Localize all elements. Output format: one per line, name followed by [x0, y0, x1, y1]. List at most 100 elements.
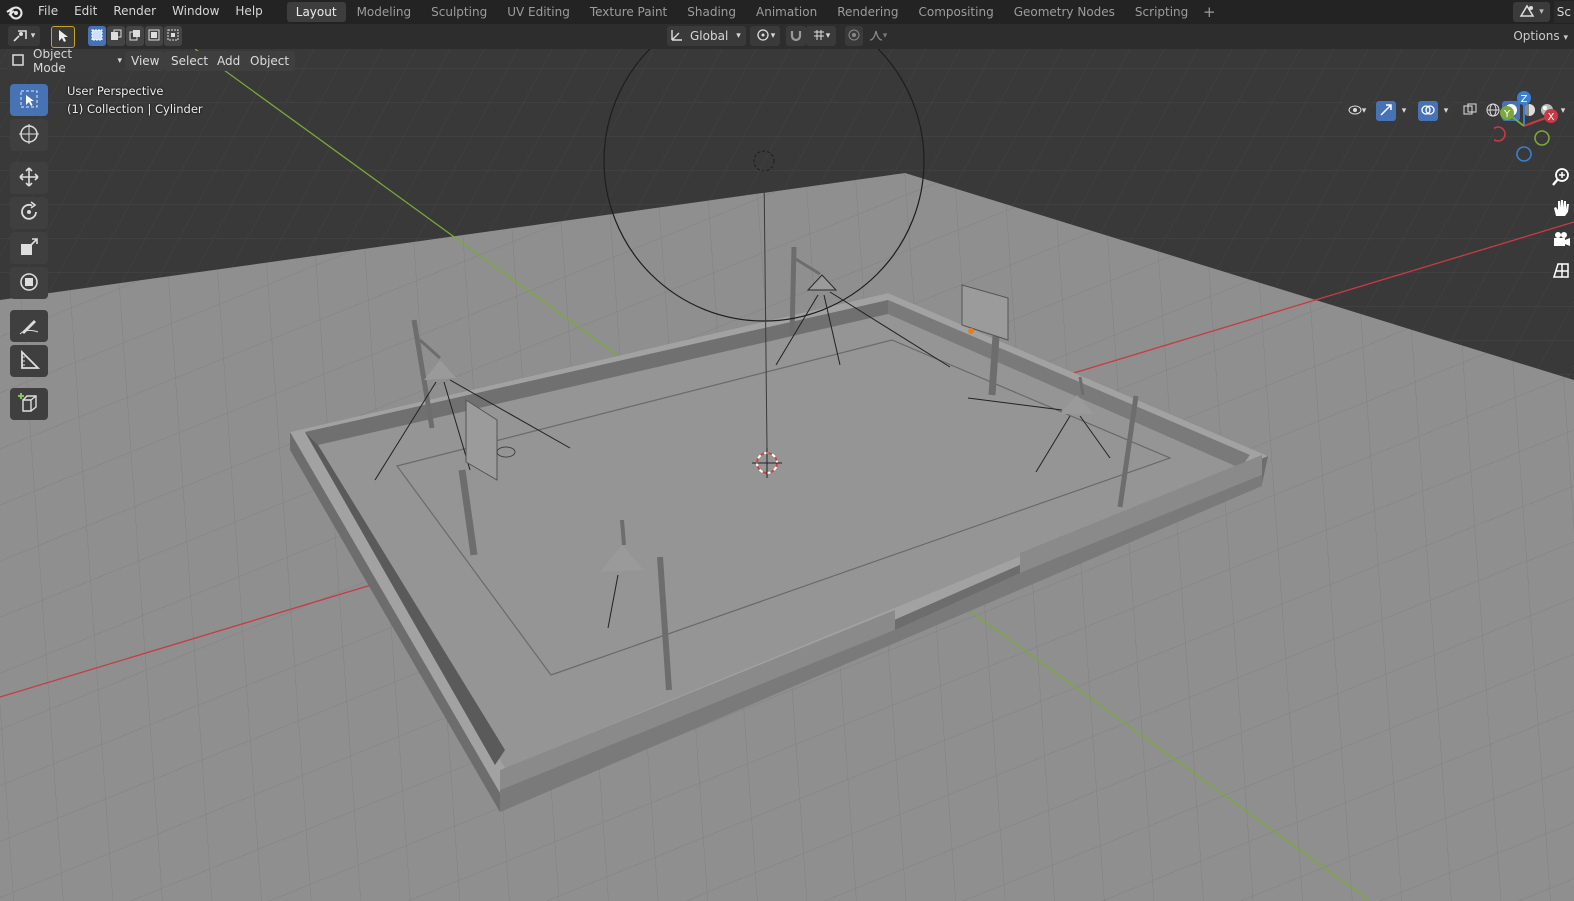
proportional-falloff-dropdown[interactable]: ▾ [864, 26, 892, 46]
snap-toggle[interactable] [786, 26, 806, 46]
pan-button[interactable] [1548, 195, 1574, 223]
scene-selector-button[interactable]: ▾ [1513, 2, 1550, 22]
select-mode-intersect-button[interactable] [164, 26, 182, 46]
snap-target-dropdown[interactable]: ▾ [806, 26, 836, 46]
viewport-info: User Perspective (1) Collection | Cylind… [67, 82, 203, 118]
tab-texture-paint[interactable]: Texture Paint [581, 2, 676, 22]
transform-tool[interactable] [10, 267, 48, 299]
editor-type-button[interactable]: ▾ [8, 26, 40, 46]
options-dropdown[interactable]: Options ▾ [1507, 26, 1574, 46]
ortho-toggle-button[interactable] [1548, 257, 1574, 285]
z-axis-label: Z [1521, 94, 1528, 105]
move-tool[interactable] [10, 162, 48, 194]
camera-icon [1551, 229, 1571, 252]
3d-viewport[interactable]: Object Mode ▾ View Select Add Object ▾ ▾… [0, 49, 1574, 901]
collection-label: (1) Collection | Cylinder [67, 102, 203, 116]
mode-dropdown[interactable]: Object Mode ▾ [8, 49, 122, 75]
tab-sculpting[interactable]: Sculpting [422, 2, 496, 22]
select-extend-icon [110, 29, 122, 44]
navigation-buttons [1548, 164, 1574, 288]
transform-icon [18, 271, 40, 296]
tab-modeling[interactable]: Modeling [348, 2, 421, 22]
select-mode-extend-button[interactable] [107, 26, 125, 46]
blender-logo-icon[interactable] [0, 0, 30, 24]
add-cube-tool[interactable] [10, 388, 48, 420]
tab-layout[interactable]: Layout [286, 2, 346, 22]
scene-name-field[interactable]: Sc [1553, 1, 1574, 23]
chevron-down-icon: ▾ [1361, 106, 1367, 116]
active-tool-button[interactable] [51, 26, 75, 48]
chevron-down-icon: ▾ [770, 31, 776, 41]
view-menu[interactable]: View [125, 51, 166, 71]
neg-y-axis-handle[interactable] [1534, 130, 1550, 146]
gizmo-toggle[interactable] [1376, 101, 1396, 121]
select-subtract-icon [129, 29, 141, 44]
chevron-down-icon: ▾ [1539, 7, 1544, 17]
proportional-edit-toggle[interactable] [845, 26, 863, 46]
overlays-toggle[interactable] [1418, 101, 1438, 121]
pivot-icon [755, 28, 771, 45]
transform-orientation-dropdown[interactable]: Global ▾ [667, 26, 746, 46]
tool-header: ▾ Global ▾ ▾ ▾ ▾ Options ▾ [0, 24, 1574, 49]
select-intersect-icon [167, 29, 179, 44]
viewport-scene[interactable] [0, 49, 1574, 901]
rotate-icon [18, 200, 40, 226]
add-menu[interactable]: Add [211, 51, 247, 71]
perspective-label: User Perspective [67, 84, 164, 98]
proportional-icon [848, 29, 860, 44]
tab-geometry-nodes[interactable]: Geometry Nodes [1005, 2, 1124, 22]
object-mode-icon [12, 53, 24, 69]
neg-z-axis-handle[interactable] [1516, 146, 1532, 162]
tab-compositing[interactable]: Compositing [909, 2, 1002, 22]
visibility-dropdown[interactable]: ▾ [1342, 101, 1372, 121]
add-workspace-button[interactable]: + [1199, 3, 1219, 21]
select-mode-subtract-button[interactable] [126, 26, 144, 46]
chevron-down-icon: ▾ [882, 31, 888, 41]
pan-hand-icon [1551, 198, 1571, 221]
select-mode-invert-button[interactable] [145, 26, 163, 46]
select-box-tool[interactable] [10, 84, 48, 116]
left-toolbar [7, 84, 51, 423]
tab-uv-editing[interactable]: UV Editing [498, 2, 579, 22]
overlays-dropdown[interactable]: ▾ [1438, 101, 1454, 121]
menu-file[interactable]: File [30, 0, 66, 24]
menu-window[interactable]: Window [164, 0, 227, 24]
menu-help[interactable]: Help [227, 0, 270, 24]
workspace-tabs: Layout Modeling Sculpting UV Editing Texture… [286, 0, 1200, 24]
ortho-grid-icon [1551, 260, 1571, 283]
tab-scripting[interactable]: Scripting [1126, 2, 1197, 22]
scale-icon [18, 236, 40, 261]
tab-rendering[interactable]: Rendering [828, 2, 907, 22]
menu-render[interactable]: Render [105, 0, 164, 24]
select-mode-new-button[interactable] [88, 26, 106, 46]
pivot-point-dropdown[interactable]: ▾ [750, 26, 780, 46]
add-cube-icon [17, 391, 41, 418]
magnet-icon [789, 28, 803, 45]
xray-toggle[interactable] [1460, 101, 1480, 121]
orientation-label: Global [690, 29, 729, 43]
gizmo-dropdown[interactable]: ▾ [1396, 101, 1412, 121]
chevron-down-icon: ▾ [1443, 106, 1449, 116]
select-menu[interactable]: Select [165, 51, 215, 71]
zoom-button[interactable] [1548, 164, 1574, 192]
neg-x-axis-handle[interactable] [1490, 126, 1506, 142]
navigation-gizmo[interactable]: Z Y X [1490, 88, 1564, 162]
camera-view-button[interactable] [1548, 226, 1574, 254]
x-axis-label: X [1548, 112, 1555, 123]
object-menu[interactable]: Object [244, 51, 296, 71]
select-box-icon [19, 89, 39, 112]
chevron-down-icon: ▾ [30, 31, 36, 41]
menu-edit[interactable]: Edit [66, 0, 105, 24]
annotate-tool[interactable] [10, 310, 48, 342]
measure-tool[interactable] [10, 345, 48, 377]
tab-animation[interactable]: Animation [747, 2, 826, 22]
orientation-icon [670, 28, 684, 45]
tab-shading[interactable]: Shading [678, 2, 745, 22]
mode-label: Object Mode [33, 49, 73, 75]
cursor-tool[interactable] [10, 119, 48, 151]
measure-icon [18, 349, 41, 374]
chevron-down-icon: ▾ [117, 56, 122, 66]
rotate-tool[interactable] [10, 197, 48, 229]
scale-tool[interactable] [10, 232, 48, 264]
chevron-down-icon: ▾ [1401, 106, 1407, 116]
